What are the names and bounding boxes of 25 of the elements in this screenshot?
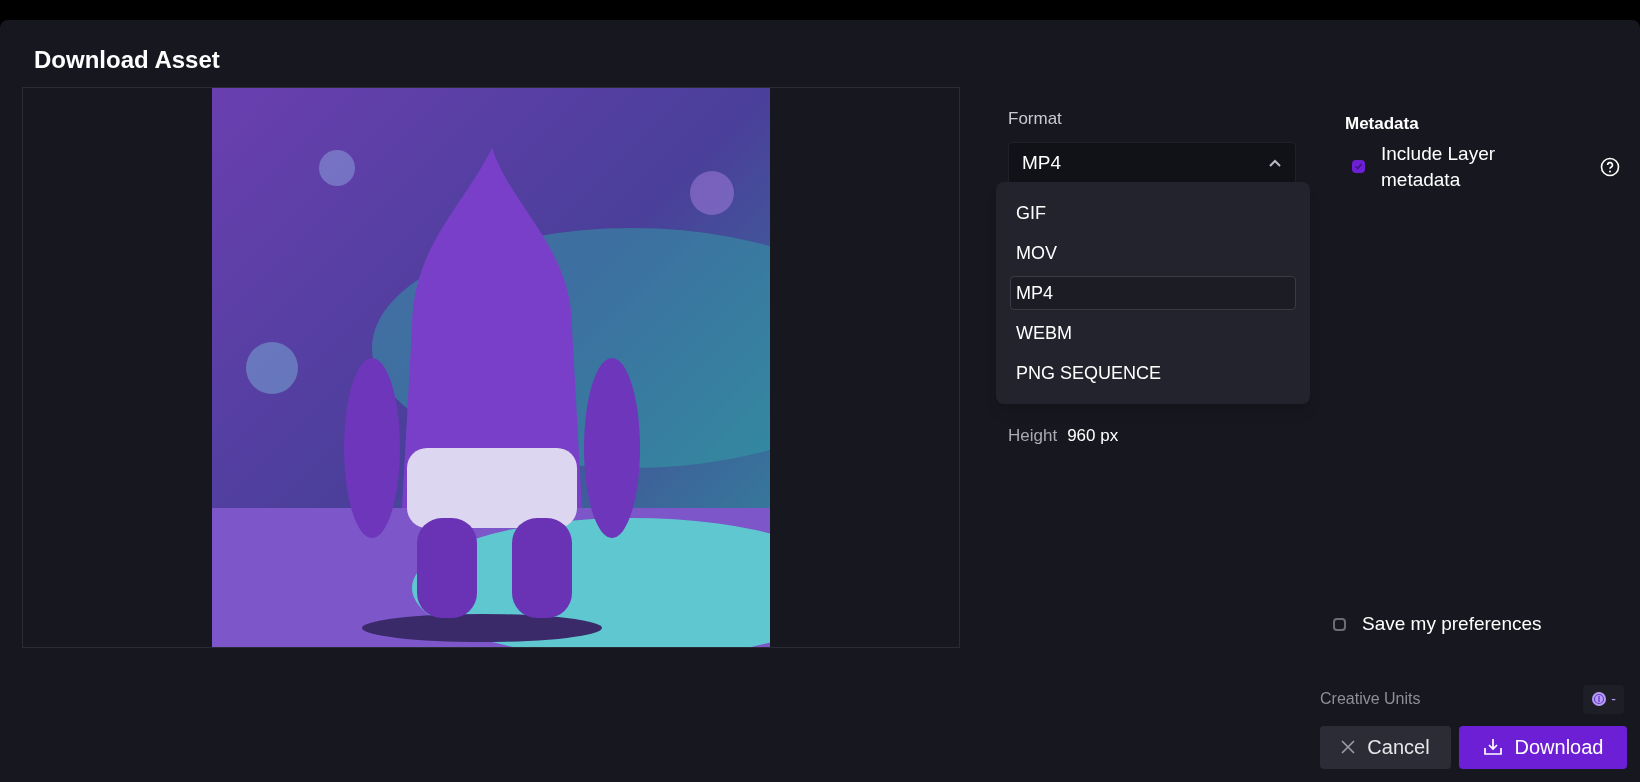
checkbox[interactable] xyxy=(1352,160,1365,173)
menu-item[interactable]: MP4 xyxy=(1010,276,1296,310)
help-icon[interactable] xyxy=(1600,156,1620,177)
checkbox-label: Include Layer metadata xyxy=(1381,141,1497,192)
menu-item[interactable]: MOV xyxy=(1010,236,1296,270)
menu-item[interactable]: PNG SEQUENCE xyxy=(1010,356,1296,390)
coin-icon xyxy=(1591,691,1608,707)
checkbox[interactable] xyxy=(1333,617,1346,631)
format-select[interactable]: MP4 xyxy=(1008,141,1296,185)
creative-units-badge: - xyxy=(1583,684,1624,714)
menu-item[interactable]: GIF xyxy=(1010,196,1296,230)
dimension-value: 960 px xyxy=(1067,424,1119,447)
metadata-heading: Metadata xyxy=(1345,113,1420,135)
cancel-button[interactable]: Cancel xyxy=(1320,725,1451,769)
creative-units-label: Creative Units xyxy=(1320,689,1421,709)
dimension-label: Height xyxy=(1008,424,1058,447)
checkbox-label: Save my preferences xyxy=(1362,612,1542,636)
format-label: Format xyxy=(1008,108,1063,130)
download-icon xyxy=(1482,737,1503,757)
menu-item[interactable]: WEBM xyxy=(1010,316,1296,350)
check-icon xyxy=(1354,162,1363,171)
dialog-title: Download Asset xyxy=(34,44,220,75)
caret-icon xyxy=(1268,158,1282,168)
download-button[interactable]: Download xyxy=(1459,725,1627,769)
close-icon xyxy=(1341,740,1356,754)
